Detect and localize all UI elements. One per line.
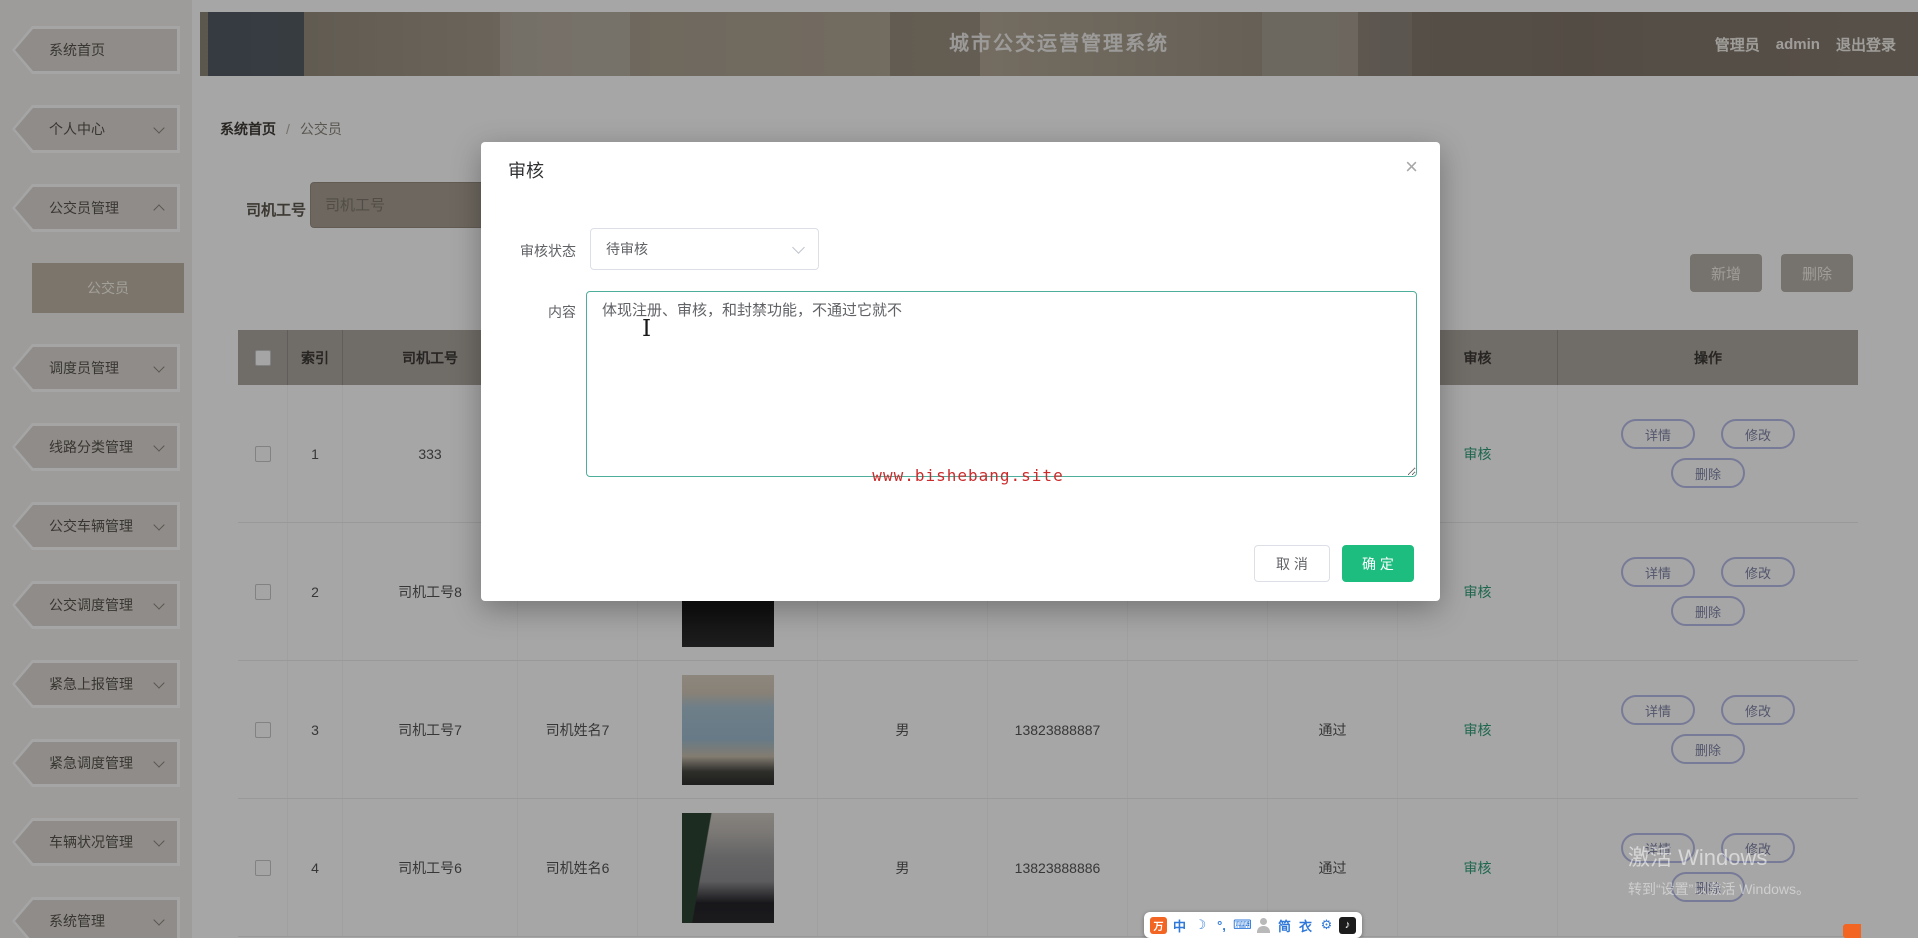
content-field-label: 内容 bbox=[548, 304, 576, 320]
settings-gear-icon[interactable]: ⚙ bbox=[1318, 917, 1335, 934]
audit-dialog: 审核 × 审核状态 待审核 内容 体现注册、审核，和封禁功能，不通过它就不 取 … bbox=[481, 142, 1440, 601]
close-icon[interactable]: × bbox=[1405, 156, 1418, 178]
select-value: 待审核 bbox=[606, 241, 648, 257]
status-field-label: 审核状态 bbox=[520, 243, 576, 259]
dialog-title: 审核 bbox=[508, 161, 544, 181]
skin-icon[interactable]: 衣 bbox=[1297, 917, 1314, 934]
account-icon[interactable] bbox=[1255, 917, 1272, 934]
ime-toolbar: 万 中 ☽ °, ⌨ 简 衣 ⚙ ♪ bbox=[1144, 912, 1362, 938]
sogou-logo-icon[interactable]: 万 bbox=[1150, 916, 1167, 934]
night-mode-icon[interactable]: ☽ bbox=[1192, 917, 1209, 934]
audit-status-select[interactable]: 待审核 bbox=[590, 228, 819, 270]
cancel-button[interactable]: 取 消 bbox=[1254, 545, 1330, 582]
audit-content-textarea[interactable]: 体现注册、审核，和封禁功能，不通过它就不 bbox=[586, 291, 1417, 477]
sogou-corner-icon bbox=[1843, 924, 1861, 938]
voice-input-icon[interactable]: °, bbox=[1213, 917, 1230, 934]
confirm-button[interactable]: 确 定 bbox=[1342, 545, 1414, 582]
site-watermark: www.bishebang.site bbox=[872, 466, 1064, 485]
soft-keyboard-icon[interactable]: ⌨ bbox=[1233, 917, 1252, 934]
simplified-icon[interactable]: 简 bbox=[1276, 917, 1293, 934]
app-window: 系统首页 个人中心 公交员管理 公交员 调度员管理 线路分类管理 公交车辆管理 … bbox=[0, 0, 1918, 938]
chevron-down-icon bbox=[792, 240, 805, 254]
music-note-icon[interactable]: ♪ bbox=[1339, 916, 1356, 934]
chinese-mode-icon[interactable]: 中 bbox=[1171, 917, 1188, 934]
